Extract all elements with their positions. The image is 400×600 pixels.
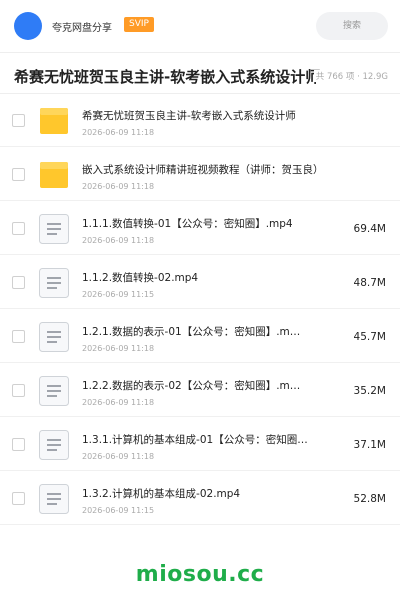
file-name: 1.3.1.计算机的基本组成-01【公众号：密知圈… — [82, 434, 308, 446]
file-name: 1.2.2.数据的表示-02【公众号：密知圈】.m… — [82, 380, 301, 392]
select-checkbox[interactable] — [12, 276, 25, 289]
top-bar: 夸克网盘分享 SVIP 搜索 — [0, 0, 400, 52]
file-date: 2026-06-09 11:18 — [82, 128, 155, 137]
select-checkbox[interactable] — [12, 168, 25, 181]
file-date: 2026-06-09 11:18 — [82, 182, 155, 191]
select-checkbox[interactable] — [12, 492, 25, 505]
file-date: 2026-06-09 11:18 — [82, 398, 155, 407]
document-icon — [39, 484, 69, 514]
file-size: 45.7M — [353, 331, 386, 343]
select-checkbox[interactable] — [12, 438, 25, 451]
file-name: 希赛无忧班贺玉良主讲-软考嵌入式系统设计师 — [82, 110, 296, 122]
list-item[interactable]: 希赛无忧班贺玉良主讲-软考嵌入式系统设计师 2026-06-09 11:18 — [0, 93, 400, 147]
list-item[interactable]: 1.2.1.数据的表示-01【公众号：密知圈】.m… 2026-06-09 11… — [0, 309, 400, 363]
select-checkbox[interactable] — [12, 114, 25, 127]
list-item[interactable]: 嵌入式系统设计师精讲班视频教程（讲师：贺玉良） 2026-06-09 11:18 — [0, 147, 400, 201]
item-count-size: 共 766 项 · 12.9G — [313, 70, 388, 82]
list-item[interactable]: 1.1.1.数值转换-01【公众号：密知圈】.mp4 2026-06-09 11… — [0, 201, 400, 255]
document-icon — [39, 430, 69, 460]
file-date: 2026-06-09 11:18 — [82, 236, 155, 245]
file-date: 2026-06-09 11:15 — [82, 506, 155, 515]
list-item[interactable]: 1.3.2.计算机的基本组成-02.mp4 2026-06-09 11:15 5… — [0, 471, 400, 525]
folder-icon — [40, 108, 68, 134]
watermark: miosou.cc — [135, 562, 265, 587]
page-title: 希赛无忧班贺玉良主讲-软考嵌入式系统设计师 — [14, 68, 321, 86]
file-name: 嵌入式系统设计师精讲班视频教程（讲师：贺玉良） — [82, 164, 324, 176]
folder-icon — [40, 162, 68, 188]
file-size: 35.2M — [353, 385, 386, 397]
file-name: 1.1.1.数值转换-01【公众号：密知圈】.mp4 — [82, 218, 293, 230]
document-icon — [39, 214, 69, 244]
file-date: 2026-06-09 11:15 — [82, 290, 155, 299]
file-name: 1.1.2.数值转换-02.mp4 — [82, 272, 199, 284]
list-item[interactable]: 1.3.1.计算机的基本组成-01【公众号：密知圈… 2026-06-09 11… — [0, 417, 400, 471]
file-name: 1.3.2.计算机的基本组成-02.mp4 — [82, 488, 241, 500]
brand-name: 夸克网盘分享 — [52, 23, 112, 34]
file-list: 希赛无忧班贺玉良主讲-软考嵌入式系统设计师 2026-06-09 11:18 嵌… — [0, 93, 400, 525]
header-divider — [0, 52, 400, 53]
file-size: 52.8M — [353, 493, 386, 505]
file-date: 2026-06-09 11:18 — [82, 452, 155, 461]
file-size: 37.1M — [353, 439, 386, 451]
share-title-row: 希赛无忧班贺玉良主讲-软考嵌入式系统设计师 共 766 项 · 12.9G — [0, 56, 400, 94]
document-icon — [39, 376, 69, 406]
svip-badge: SVIP — [124, 17, 154, 32]
list-item[interactable]: 1.1.2.数值转换-02.mp4 2026-06-09 11:15 48.7M — [0, 255, 400, 309]
list-item[interactable]: 1.2.2.数据的表示-02【公众号：密知圈】.m… 2026-06-09 11… — [0, 363, 400, 417]
document-icon — [39, 322, 69, 352]
file-size: 69.4M — [353, 223, 386, 235]
file-size: 48.7M — [353, 277, 386, 289]
file-date: 2026-06-09 11:18 — [82, 344, 155, 353]
select-checkbox[interactable] — [12, 384, 25, 397]
search-button[interactable]: 搜索 — [316, 12, 388, 40]
select-checkbox[interactable] — [12, 330, 25, 343]
avatar[interactable] — [14, 12, 42, 40]
file-name: 1.2.1.数据的表示-01【公众号：密知圈】.m… — [82, 326, 301, 338]
document-icon — [39, 268, 69, 298]
select-checkbox[interactable] — [12, 222, 25, 235]
